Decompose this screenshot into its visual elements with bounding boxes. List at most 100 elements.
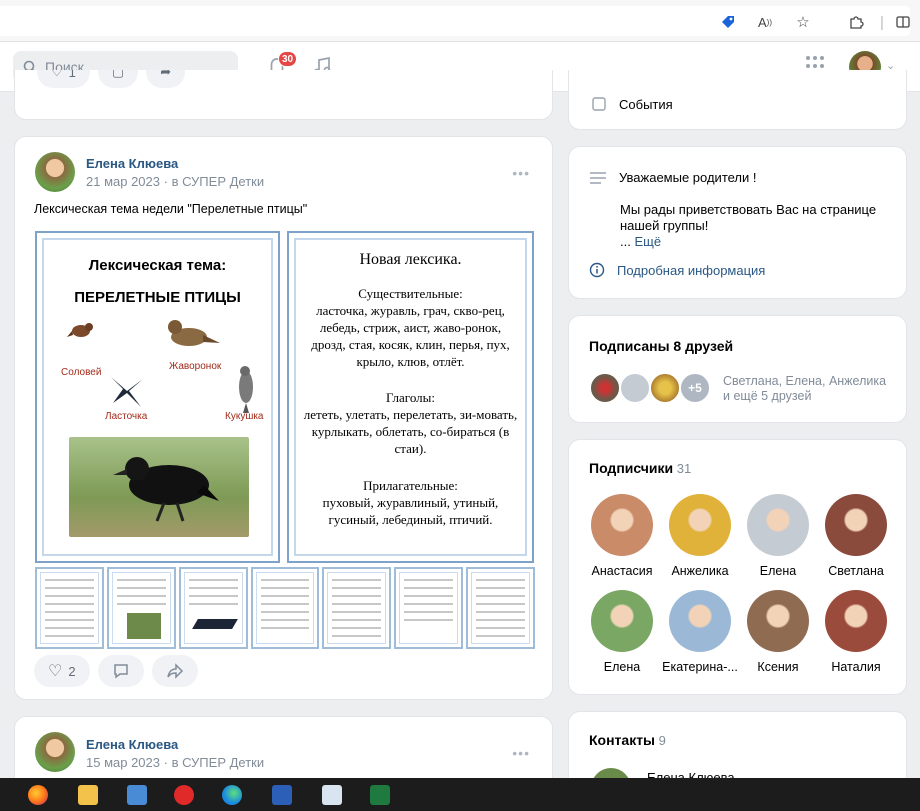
- subscribers-count: 31: [676, 461, 692, 476]
- friends-avatars[interactable]: +5: [589, 372, 719, 404]
- friends-more-line: и ещё 5 друзей: [723, 389, 812, 403]
- details-link-label: Подробная информация: [617, 262, 766, 278]
- comment-button[interactable]: ▢: [97, 70, 139, 88]
- subscriber-item[interactable]: Анастасия: [583, 494, 661, 578]
- post-author[interactable]: Елена Клюева: [86, 156, 264, 171]
- subscribers-grid: Анастасия Анжелика Елена Светлана Елена Екате…: [583, 494, 887, 674]
- post-date[interactable]: 21 мар 2023: [86, 174, 160, 189]
- post-author[interactable]: Елена Клюева: [86, 737, 264, 752]
- bird-label: Соловей: [61, 367, 102, 378]
- toolbar-divider: |: [880, 13, 884, 31]
- post-group[interactable]: в СУПЕР Детки: [172, 174, 265, 189]
- edge-icon[interactable]: [222, 785, 242, 805]
- firefox-icon[interactable]: [28, 785, 48, 805]
- subscribers-title-row[interactable]: Подписчики 31: [589, 460, 691, 476]
- share-button[interactable]: [151, 655, 198, 687]
- subscriber-item[interactable]: Елена: [583, 590, 661, 674]
- calendar-icon: [592, 97, 606, 111]
- heart-icon: ♡: [48, 663, 63, 680]
- subscriber-avatar: [825, 590, 887, 652]
- author-avatar[interactable]: [35, 732, 75, 772]
- post-menu-icon[interactable]: •••: [512, 165, 530, 181]
- subscriber-item[interactable]: Екатерина-...: [661, 590, 739, 674]
- post-text: Лексическая тема недели "Перелетные птиц…: [34, 202, 308, 216]
- browser-toolbar: A)) ☆ |: [0, 0, 920, 42]
- share-icon: ➦: [160, 70, 172, 79]
- thumbnail[interactable]: [106, 567, 176, 649]
- yandex-browser-icon[interactable]: [174, 785, 194, 805]
- post-group[interactable]: в СУПЕР Детки: [172, 755, 265, 770]
- nouns-block: Существительные: ласточка, журавль, грач…: [303, 285, 518, 370]
- subscriber-avatar: [747, 590, 809, 652]
- bird-label: Ласточка: [105, 411, 148, 422]
- friends-more-badge: +5: [679, 372, 711, 404]
- read-aloud-icon[interactable]: A)): [755, 12, 775, 32]
- info-body: Мы рады приветствовать Вас на странице н…: [620, 202, 890, 250]
- friends-names: Светлана, Елена, Анжелика и ещё 5 друзей: [723, 374, 886, 404]
- subscriber-avatar: [669, 590, 731, 652]
- subscriber-name: Елена: [759, 564, 797, 578]
- word-icon[interactable]: [272, 785, 292, 805]
- app-icon[interactable]: [322, 785, 342, 805]
- subscribers-card: Подписчики 31 Анастасия Анжелика Елена Свет…: [568, 439, 907, 695]
- bird-label: Жаворонок: [169, 361, 222, 372]
- info-card: Уважаемые родители ! Мы рады приветствов…: [568, 146, 907, 299]
- calculator-icon[interactable]: [127, 785, 147, 805]
- bird-label: Кукушка: [225, 411, 264, 422]
- info-title: Уважаемые родители !: [619, 170, 757, 185]
- lexicon-title: Лексическая тема:: [88, 257, 227, 274]
- os-taskbar: [0, 778, 920, 811]
- lark-icon: [168, 320, 220, 346]
- notification-badge: 30: [278, 51, 298, 67]
- thumbnail[interactable]: [466, 567, 536, 649]
- friends-title[interactable]: Подписаны 8 друзей: [589, 338, 733, 354]
- previous-post-card: ♡ 1 ▢ ➦: [14, 70, 553, 120]
- events-label: События: [619, 96, 673, 112]
- post-date[interactable]: 15 мар 2023: [86, 755, 160, 770]
- post-menu-icon[interactable]: •••: [512, 745, 530, 761]
- details-link[interactable]: Подробная информация: [589, 262, 765, 278]
- subscriber-item[interactable]: Ксения: [739, 590, 817, 674]
- split-screen-icon[interactable]: [893, 12, 913, 32]
- adjectives-heading: Прилагательные:: [363, 478, 458, 493]
- info-title-row: Уважаемые родители !: [589, 170, 757, 185]
- info-body-text: Мы рады приветствовать Вас на странице н…: [620, 202, 877, 233]
- friend-avatar: [619, 372, 651, 404]
- like-count: 2: [68, 663, 76, 679]
- favorite-star-icon[interactable]: ☆: [793, 12, 813, 32]
- subscriber-item[interactable]: Наталия: [817, 590, 895, 674]
- tag-icon[interactable]: [718, 12, 738, 32]
- thumbnail[interactable]: [322, 567, 392, 649]
- thumbnail[interactable]: [178, 567, 248, 649]
- share-button[interactable]: ➦: [146, 70, 186, 88]
- comment-button[interactable]: [97, 655, 144, 687]
- adjectives-text: пуховый, журавлиный, утиный, гусиный, ле…: [322, 495, 499, 527]
- thumbnail[interactable]: [394, 567, 464, 649]
- nouns-text: ласточка, журавль, грач, скво-рец, лебед…: [311, 303, 510, 369]
- like-button[interactable]: ♡ 1: [37, 70, 90, 88]
- like-button[interactable]: ♡ 2: [34, 655, 90, 687]
- contacts-title-row[interactable]: Контакты 9: [589, 732, 666, 748]
- verbs-heading: Глаголы:: [386, 390, 435, 405]
- nightingale-icon: [67, 323, 93, 337]
- show-more-link[interactable]: Ещё: [634, 234, 661, 249]
- thumbnail[interactable]: [35, 567, 104, 649]
- subscribers-title: Подписчики: [589, 460, 674, 476]
- subscriber-item[interactable]: Анжелика: [661, 494, 739, 578]
- extensions-icon[interactable]: [846, 12, 866, 32]
- subscriber-name: Анастасия: [591, 564, 653, 578]
- thumbnail[interactable]: [250, 567, 320, 649]
- comment-icon: [113, 664, 128, 679]
- friend-avatar: [589, 372, 621, 404]
- subscriber-item[interactable]: Светлана: [817, 494, 895, 578]
- ellipsis: ...: [620, 234, 635, 249]
- rook-icon: [113, 457, 219, 522]
- subscriber-item[interactable]: Елена: [739, 494, 817, 578]
- events-link[interactable]: События: [591, 96, 673, 112]
- file-explorer-icon[interactable]: [78, 785, 98, 805]
- excel-icon[interactable]: [370, 785, 390, 805]
- post-image[interactable]: Лексическая тема: ПЕРЕЛЕТНЫЕ ПТИЦЫ Солов…: [35, 231, 536, 651]
- post-card: Елена Клюева 21 мар 2023 · в СУПЕР Детки…: [14, 136, 553, 700]
- author-avatar[interactable]: [35, 152, 75, 192]
- subscriber-avatar: [669, 494, 731, 556]
